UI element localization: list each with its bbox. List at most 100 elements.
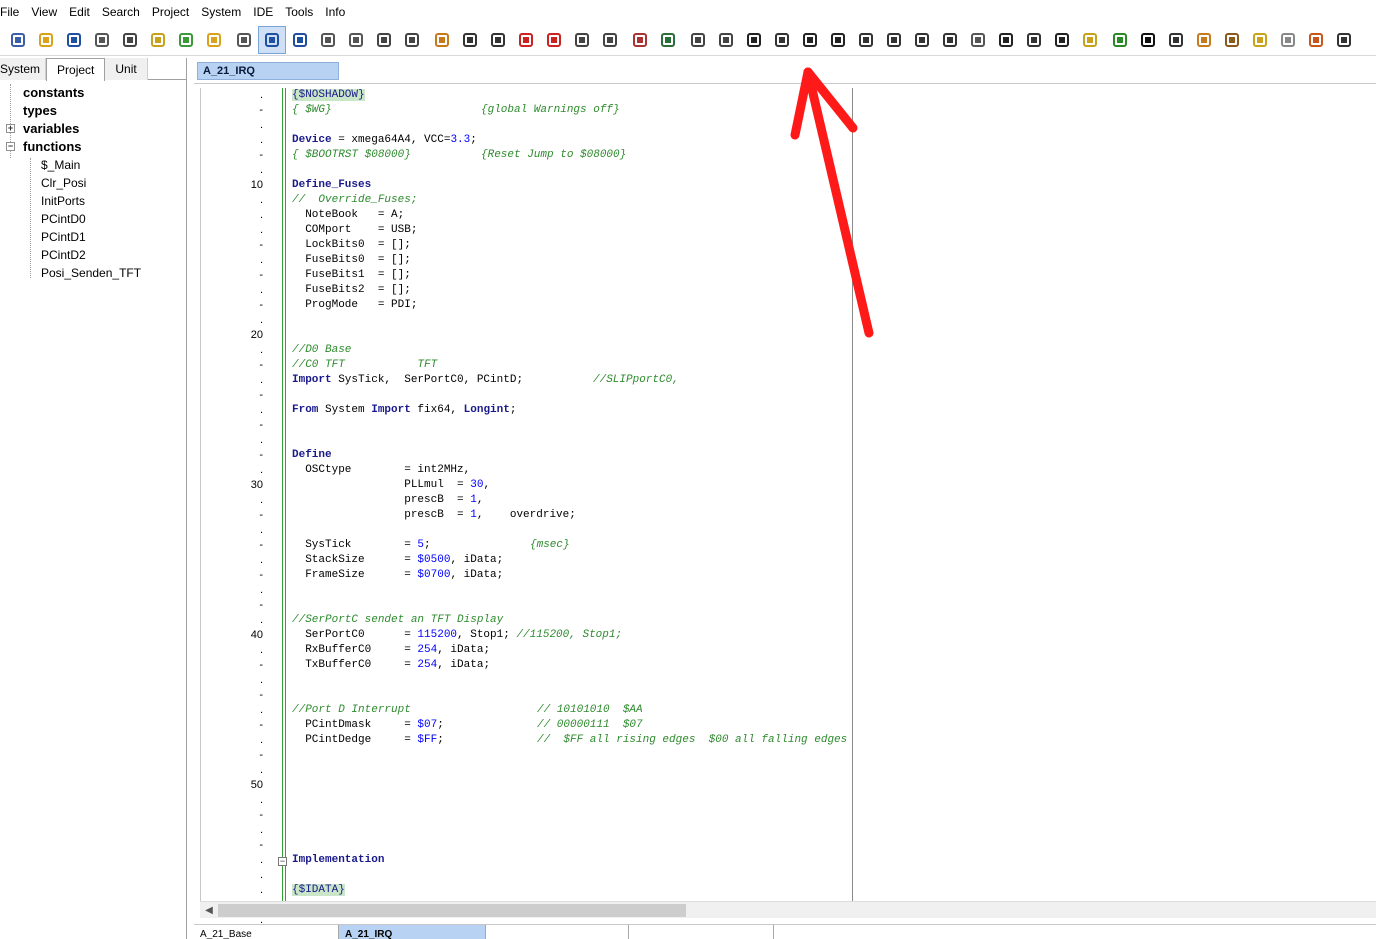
window-icon[interactable] — [286, 26, 314, 54]
undo-icon[interactable] — [370, 26, 398, 54]
key-lock-icon[interactable] — [768, 26, 796, 54]
search-replace-icon[interactable] — [342, 26, 370, 54]
debug-bug-icon[interactable] — [908, 26, 936, 54]
tree-item-function[interactable]: InitPorts — [0, 192, 185, 210]
scroll-left-icon[interactable]: ◀ — [202, 904, 216, 917]
filter-icon[interactable] — [880, 26, 908, 54]
nav-forward-icon[interactable] — [484, 26, 512, 54]
stair-chart-icon[interactable] — [1048, 26, 1076, 54]
menu-tools[interactable]: Tools — [279, 1, 319, 23]
bottom-tab-active[interactable]: A_21_IRQ — [339, 925, 486, 939]
fold-minus-icon[interactable]: − — [278, 857, 287, 866]
menu-ide[interactable]: IDE — [247, 1, 279, 23]
save-all-icon[interactable] — [88, 26, 116, 54]
menu-search[interactable]: Search — [96, 1, 146, 23]
expand-plus-icon[interactable]: + — [6, 124, 15, 133]
tab-unit[interactable]: Unit — [105, 58, 148, 80]
menu-info[interactable]: Info — [319, 1, 351, 23]
menu-edit[interactable]: Edit — [63, 1, 96, 23]
scrollbar-thumb[interactable] — [218, 904, 686, 917]
nav-back-icon[interactable] — [456, 26, 484, 54]
line-number: . — [259, 119, 263, 131]
collapse-minus-icon[interactable]: − — [6, 142, 15, 151]
menu-file[interactable]: File — [0, 1, 25, 23]
document-icon[interactable] — [964, 26, 992, 54]
page-icon[interactable] — [596, 26, 624, 54]
code-number: 254 — [417, 644, 438, 656]
open-project-icon[interactable] — [200, 26, 228, 54]
superscript-icon[interactable] — [1162, 26, 1190, 54]
tree-item-function[interactable]: PCintD1 — [0, 228, 185, 246]
line-number: - — [259, 539, 263, 551]
tree-item-function[interactable]: PCintD0 — [0, 210, 185, 228]
eraser-icon[interactable] — [1076, 26, 1104, 54]
horizontal-scrollbar[interactable]: ◀ — [200, 901, 1376, 918]
tree-icon[interactable] — [852, 26, 880, 54]
menu-view[interactable]: View — [25, 1, 63, 23]
menu-system[interactable]: System — [195, 1, 247, 23]
line-number: 20 — [250, 329, 263, 341]
bottom-tab[interactable] — [486, 925, 629, 939]
tree-item-variables[interactable]: + variables — [0, 120, 185, 138]
arrow-up-icon[interactable] — [512, 26, 540, 54]
board-icon[interactable] — [1106, 26, 1134, 54]
font-icon[interactable] — [1134, 26, 1162, 54]
redo-icon[interactable] — [398, 26, 426, 54]
line-number: . — [259, 134, 263, 146]
tab-project[interactable]: Project — [46, 58, 106, 81]
chip-icon[interactable] — [992, 26, 1020, 54]
tab-system[interactable]: System — [0, 58, 47, 80]
tools-icon[interactable] — [626, 26, 654, 54]
cut-icon[interactable] — [230, 26, 258, 54]
pencil-icon[interactable] — [1246, 26, 1274, 54]
arrow-down-icon[interactable] — [540, 26, 568, 54]
book-icon[interactable] — [1302, 26, 1330, 54]
toggle-view-icon[interactable] — [258, 25, 286, 54]
preview-icon[interactable] — [568, 26, 596, 54]
line-number: . — [259, 884, 263, 896]
help-icon[interactable] — [740, 26, 768, 54]
bottom-file-tabs: A_21_Base A_21_IRQ — [194, 924, 1376, 939]
print-icon[interactable] — [116, 26, 144, 54]
link-icon[interactable] — [684, 26, 712, 54]
tree-item-types[interactable]: types — [0, 102, 185, 120]
spellcheck-icon[interactable] — [712, 26, 740, 54]
list-icon[interactable] — [1020, 26, 1048, 54]
editor-tab-active[interactable]: A_21_IRQ — [197, 62, 339, 80]
wizard-icon[interactable] — [428, 26, 456, 54]
code-editor[interactable]: . -.. -. 10... -. -. -. 20. -. -. -. -. 30. -. -. -. -. 4… — [194, 84, 1376, 939]
tree-item-function[interactable]: PCintD2 — [0, 246, 185, 264]
tree-item-function[interactable]: Posi_Senden_TFT — [0, 264, 185, 282]
line-number: - — [259, 659, 263, 671]
code-comment: // Override_Fuses; — [292, 194, 418, 206]
code-text: System — [318, 404, 372, 416]
project-manager-icon[interactable] — [4, 26, 32, 54]
bottom-tab[interactable]: A_21_Base — [194, 925, 339, 939]
calculator-icon[interactable] — [654, 26, 682, 54]
car-icon[interactable] — [936, 26, 964, 54]
tree-item-constants[interactable]: constants — [0, 84, 185, 102]
add-file-icon[interactable] — [172, 26, 200, 54]
code-comment: {Reset Jump to $08000} — [481, 149, 627, 161]
code-text: PCintDmask = — [292, 719, 418, 731]
open-folder-icon[interactable] — [32, 26, 60, 54]
code-text[interactable]: {$NOSHADOW} { $WG} {global Warnings off} … — [292, 88, 1372, 901]
tree-item-function[interactable]: Clr_Posi — [0, 174, 185, 192]
keys-icon[interactable] — [144, 26, 172, 54]
build-chart-icon[interactable] — [824, 26, 852, 54]
line-number: - — [259, 299, 263, 311]
compile-hammer-icon[interactable] — [796, 26, 824, 54]
pen-icon[interactable] — [1190, 26, 1218, 54]
code-text: SerPortC0 = — [292, 629, 418, 641]
bottom-tab[interactable] — [629, 925, 774, 939]
code-text: , Stop1; — [457, 629, 517, 641]
save-icon[interactable] — [60, 26, 88, 54]
search-icon[interactable] — [314, 26, 342, 54]
tree-item-functions[interactable]: − functions — [0, 138, 185, 156]
menu-project[interactable]: Project — [146, 1, 195, 23]
notepad-icon[interactable] — [1274, 26, 1302, 54]
project-tree: constants types + variables − functions $_… — [0, 84, 185, 282]
tree-item-function[interactable]: $_Main — [0, 156, 185, 174]
picture-icon[interactable] — [1218, 26, 1246, 54]
network-icon[interactable] — [1330, 26, 1358, 54]
